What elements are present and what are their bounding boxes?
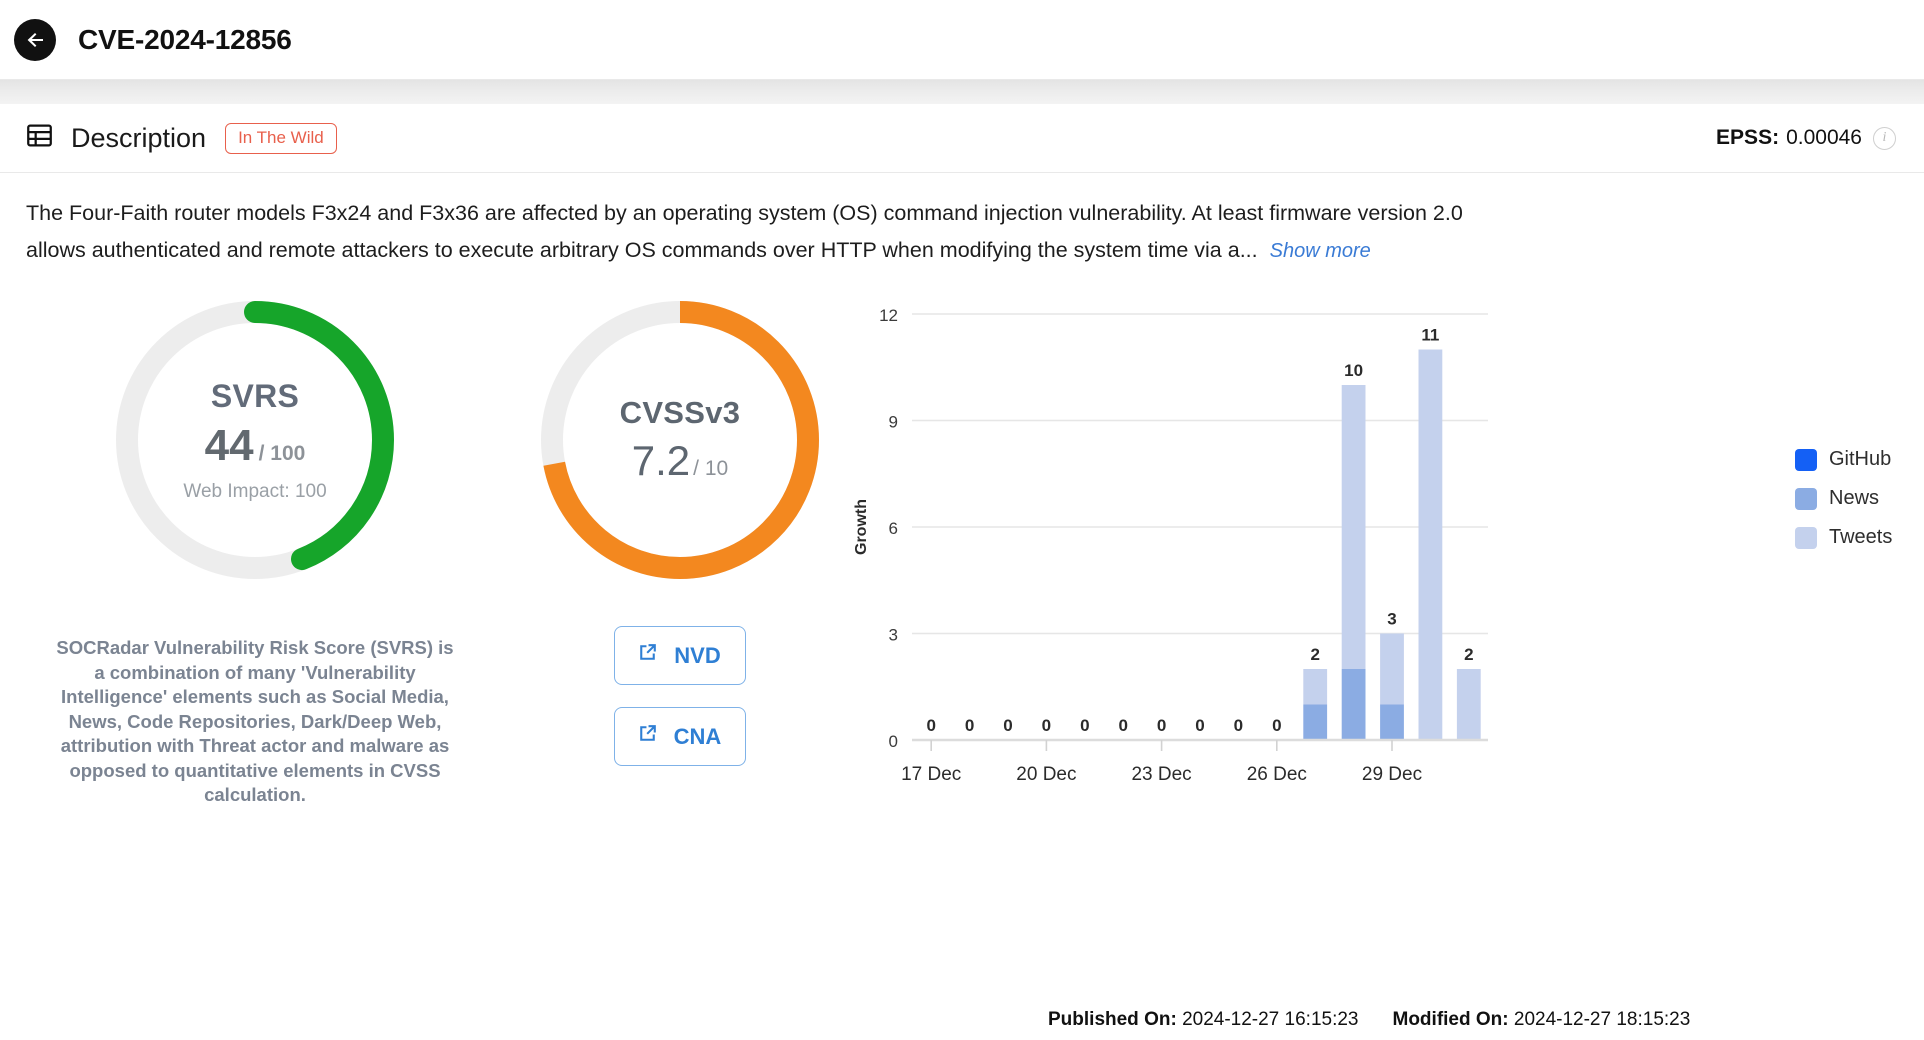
- svg-text:29 Dec: 29 Dec: [1362, 764, 1422, 785]
- cvss-label: CVSSv3: [619, 395, 741, 430]
- legend-swatch-github: [1795, 448, 1817, 471]
- back-button[interactable]: [14, 18, 56, 61]
- legend-swatch-tweets: [1795, 526, 1817, 549]
- svrs-denominator: / 100: [258, 441, 306, 465]
- arrow-left-icon: [23, 28, 47, 52]
- published-on-value: 2024-12-27 16:15:23: [1182, 1009, 1359, 1030]
- growth-chart-svg: 0 3 6 9 12 Growth 0 0 0 0 0 0 0 0 0 0 2 10 3 11 2 17 Dec 20 De…: [853, 306, 1488, 785]
- svg-text:10: 10: [1344, 361, 1363, 380]
- svg-text:0: 0: [965, 716, 974, 735]
- legend-item-github[interactable]: GitHub: [1795, 448, 1892, 471]
- svrs-gauge: SVRS 44 / 100 Web Impact: 100: [105, 290, 405, 590]
- page-title: CVE-2024-12856: [78, 23, 292, 55]
- legend-label-tweets: Tweets: [1829, 526, 1893, 548]
- svrs-label: SVRS: [210, 377, 300, 414]
- svg-text:3: 3: [889, 626, 898, 645]
- svg-text:3: 3: [1387, 610, 1396, 629]
- cvss-denominator: / 10: [693, 457, 729, 480]
- growth-chart-column: 0 3 6 9 12 Growth 0 0 0 0 0 0 0 0 0 0 2 10 3 11 2 17 Dec 20 De…: [850, 290, 1924, 817]
- svg-text:0: 0: [1042, 716, 1051, 735]
- show-more-link[interactable]: Show more: [1270, 240, 1371, 262]
- modified-on-label: Modified On:: [1392, 1009, 1509, 1030]
- published-on: Published On: 2024-12-27 16:15:23: [1048, 1009, 1359, 1031]
- modified-on-value: 2024-12-27 18:15:23: [1513, 1009, 1691, 1030]
- description-text: The Four-Faith router models F3x24 and F…: [26, 201, 1463, 262]
- description-header: Description In The Wild EPSS: 0.00046 i: [0, 104, 1924, 173]
- epss-value: 0.00046: [1786, 126, 1862, 149]
- svg-text:0: 0: [926, 716, 935, 735]
- svg-text:0: 0: [1195, 716, 1204, 735]
- nvd-link-label: NVD: [674, 642, 721, 668]
- svg-text:20 Dec: 20 Dec: [1016, 764, 1076, 785]
- description-title: Description: [71, 122, 207, 153]
- cvss-gauge: CVSSv3 7.2 / 10: [530, 290, 830, 590]
- svrs-explanation: SOCRadar Vulnerability Risk Score (SVRS)…: [56, 637, 454, 805]
- svg-text:9: 9: [889, 413, 898, 432]
- top-bar: CVE-2024-12856: [0, 0, 1924, 80]
- legend-item-news[interactable]: News: [1795, 487, 1892, 510]
- svg-text:0: 0: [1080, 716, 1089, 735]
- status-badge-in-the-wild[interactable]: In The Wild: [225, 122, 337, 154]
- legend-label-news: News: [1829, 487, 1880, 509]
- legend-item-tweets[interactable]: Tweets: [1795, 526, 1892, 549]
- cna-link-button[interactable]: CNA: [613, 707, 747, 766]
- main-content: SVRS 44 / 100 Web Impact: 100 SOCRadar V…: [0, 270, 1924, 817]
- svrs-web-impact: Web Impact: 100: [183, 480, 327, 502]
- info-icon[interactable]: i: [1873, 126, 1896, 150]
- nvd-link-button[interactable]: NVD: [614, 626, 746, 685]
- svg-text:Growth: Growth: [853, 499, 870, 555]
- cvss-score: 7.2: [631, 437, 691, 484]
- svg-text:2: 2: [1464, 645, 1473, 664]
- published-on-label: Published On:: [1048, 1009, 1177, 1030]
- svg-text:0: 0: [889, 732, 898, 751]
- svg-text:0: 0: [1118, 716, 1127, 735]
- growth-chart: 0 3 6 9 12 Growth 0 0 0 0 0 0 0 0 0 0 2 10 3 11 2 17 Dec 20 De…: [850, 292, 1924, 817]
- external-link-icon: [635, 721, 660, 752]
- svg-text:23 Dec: 23 Dec: [1131, 764, 1191, 785]
- section-divider-strip: [0, 80, 1924, 104]
- epss-label: EPSS:: [1716, 126, 1780, 149]
- svg-text:26 Dec: 26 Dec: [1247, 764, 1307, 785]
- external-link-icon: [635, 640, 660, 671]
- svg-text:0: 0: [1003, 716, 1012, 735]
- svg-text:0: 0: [1157, 716, 1166, 735]
- epss-block: EPSS: 0.00046 i: [1716, 126, 1896, 150]
- legend-label-github: GitHub: [1829, 448, 1892, 470]
- cna-link-label: CNA: [673, 723, 722, 749]
- chart-legend: GitHub News Tweets: [1795, 448, 1892, 549]
- table-icon: [26, 122, 53, 154]
- svg-text:0: 0: [1234, 716, 1243, 735]
- svg-text:0: 0: [1272, 716, 1281, 735]
- modified-on: Modified On: 2024-12-27 18:15:23: [1393, 1009, 1691, 1031]
- svrs-score: 44: [204, 420, 254, 470]
- cvss-link-buttons: NVD CNA: [510, 626, 850, 766]
- svg-text:6: 6: [889, 519, 898, 538]
- footer-dates: Published On: 2024-12-27 16:15:23 Modifi…: [1048, 1009, 1690, 1031]
- svg-text:2: 2: [1310, 645, 1319, 664]
- svg-text:12: 12: [879, 306, 898, 325]
- svg-text:17 Dec: 17 Dec: [901, 764, 961, 785]
- description-body: The Four-Faith router models F3x24 and F…: [0, 173, 1510, 270]
- cvss-column: CVSSv3 7.2 / 10 NVD CNA: [510, 290, 850, 817]
- svg-text:11: 11: [1421, 326, 1439, 345]
- svrs-column: SVRS 44 / 100 Web Impact: 100 SOCRadar V…: [0, 290, 510, 817]
- legend-swatch-news: [1795, 487, 1817, 510]
